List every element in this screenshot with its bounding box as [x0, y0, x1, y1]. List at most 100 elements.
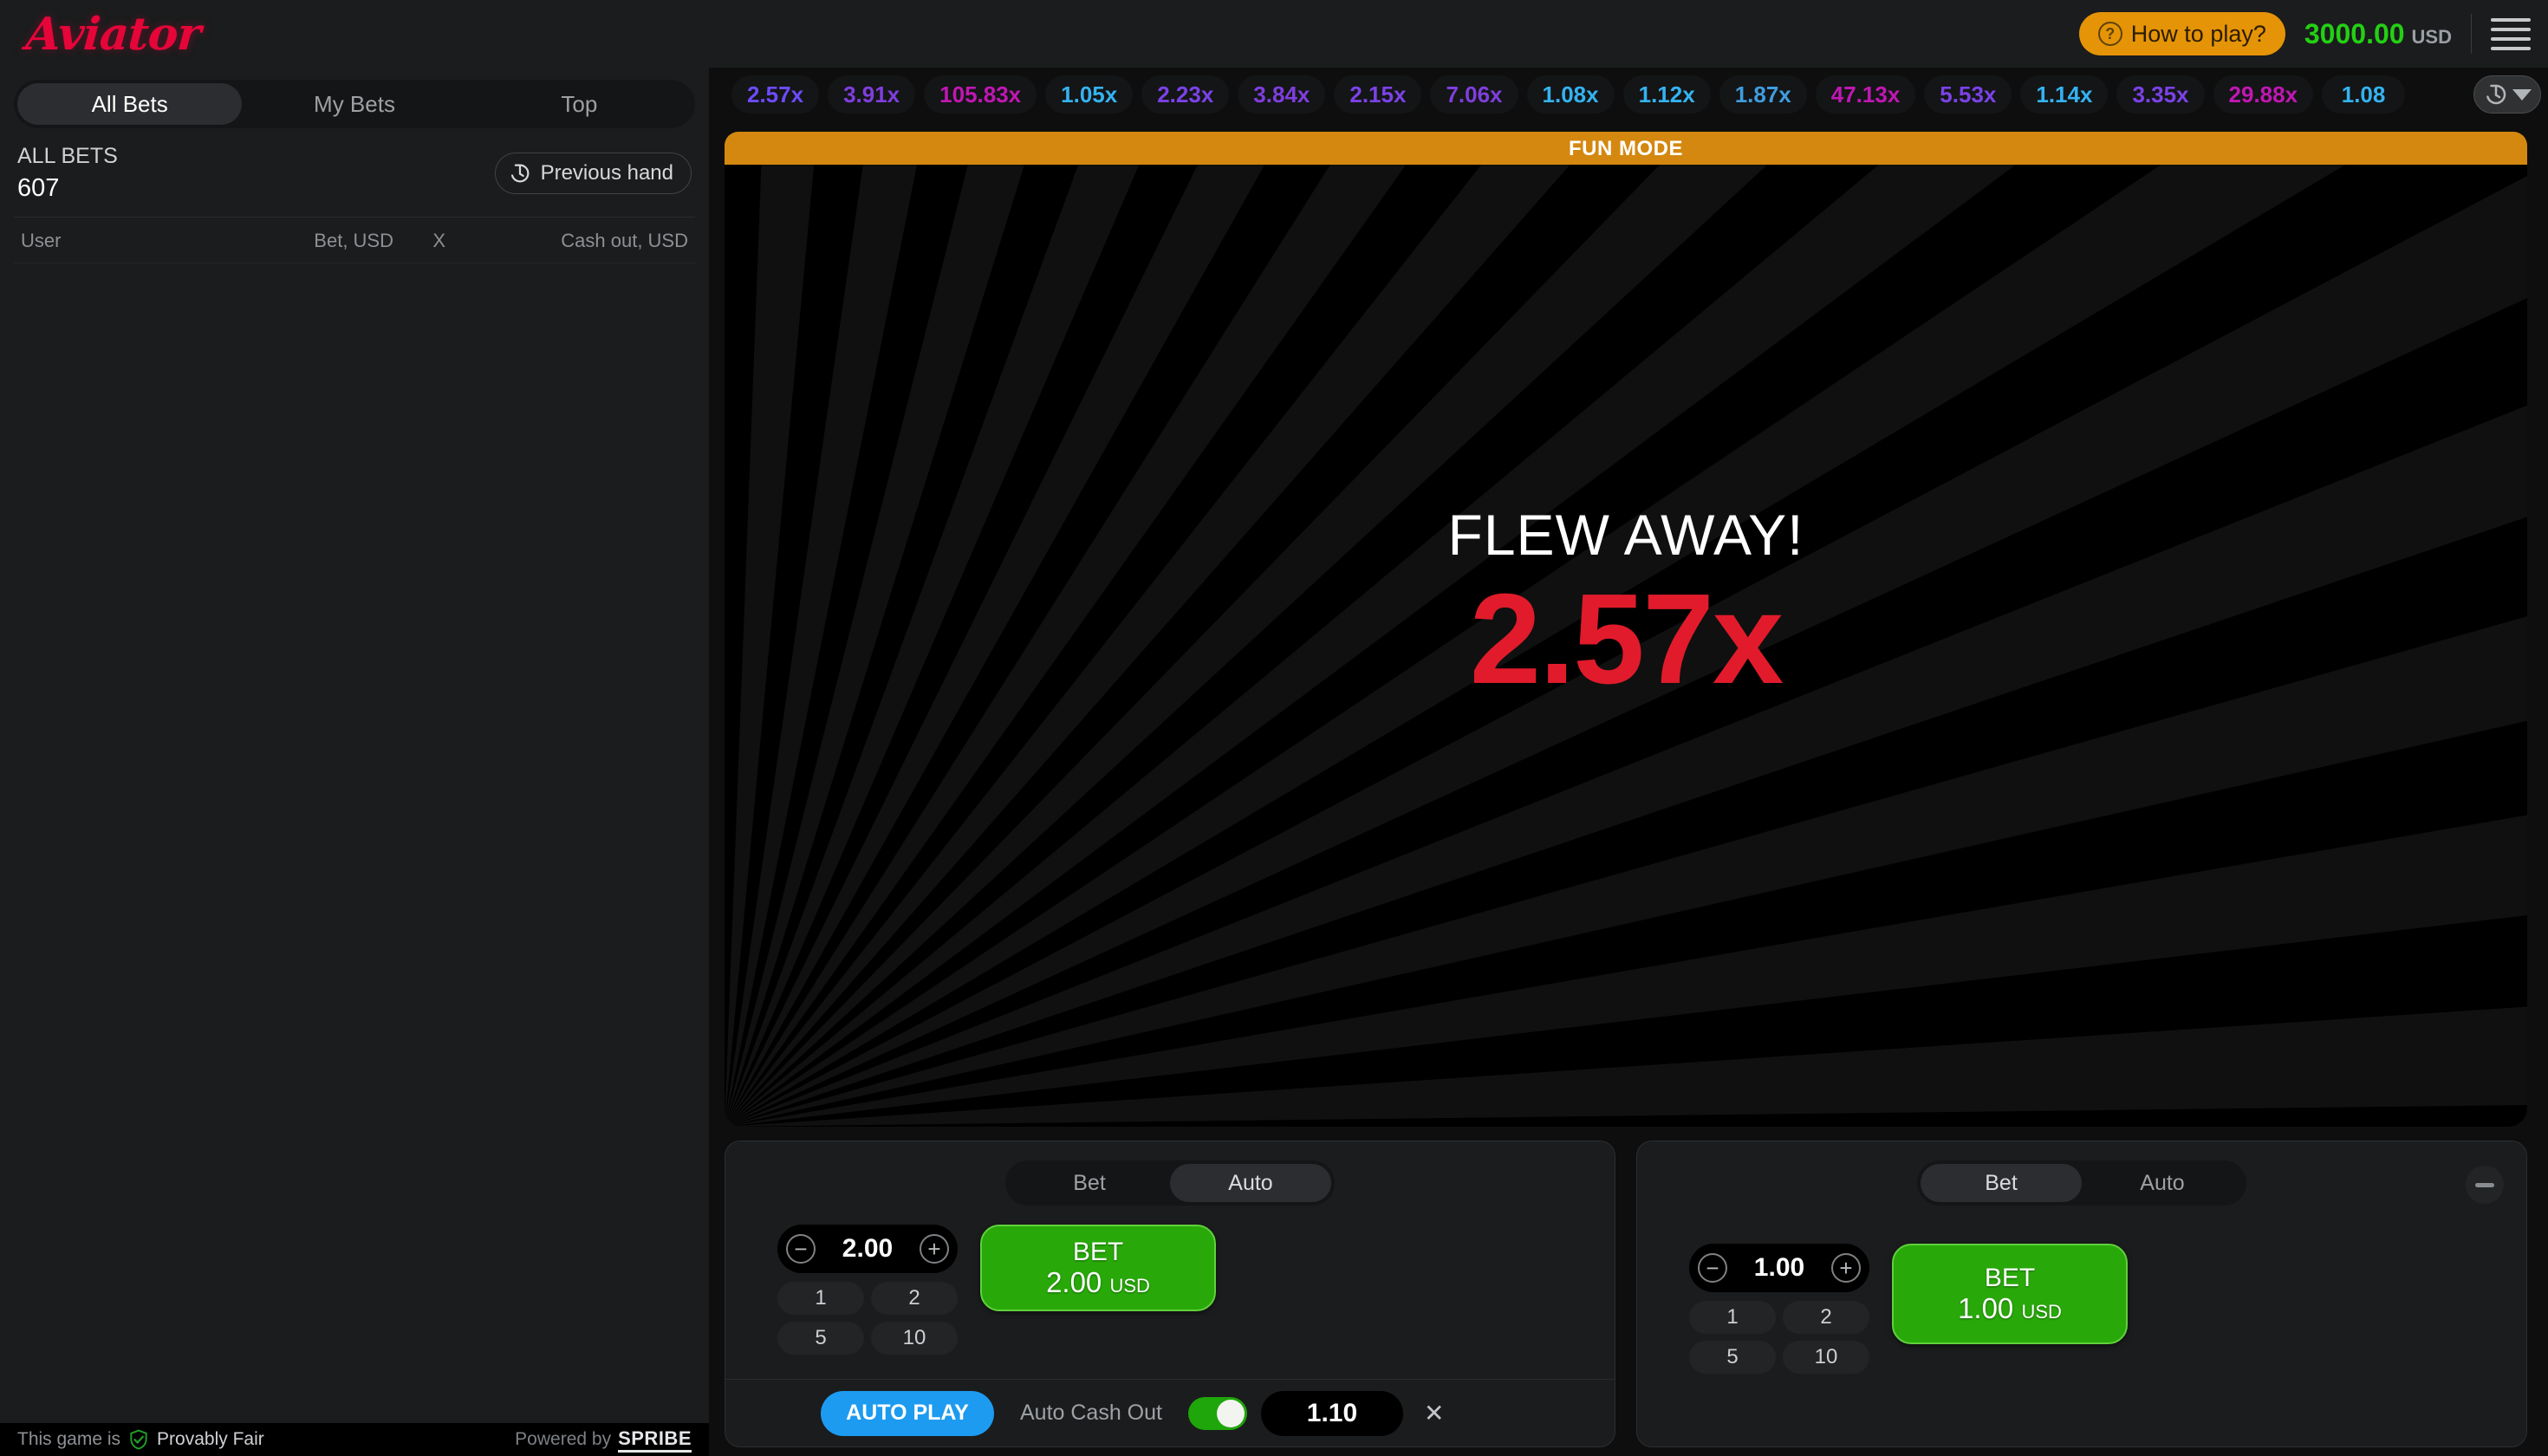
sidebar-tabs: All Bets My Bets Top	[14, 80, 695, 128]
multiplier-pill[interactable]: 29.88x	[2213, 75, 2314, 114]
quick-amount-button[interactable]: 10	[1783, 1341, 1869, 1374]
quick-amount-button[interactable]: 5	[1689, 1341, 1776, 1374]
quick-amount-button[interactable]: 2	[1783, 1301, 1869, 1334]
multiplier-pill[interactable]: 1.87x	[1719, 75, 1807, 114]
history-clock-icon	[2486, 84, 2506, 105]
bets-sidebar: All Bets My Bets Top ALL BETS 607 Previo…	[0, 68, 709, 1456]
multiplier-history-bar[interactable]: 2.57x 3.91x 105.83x 1.05x 2.23x 3.84x 2.15x 7.0…	[725, 68, 2548, 121]
bet-panel-right-tab-bet[interactable]: Bet	[1921, 1164, 2082, 1202]
close-icon[interactable]: ✕	[1424, 1399, 1444, 1427]
bet-amount-stepper-right: − 1.00 +	[1689, 1244, 1869, 1292]
bet-button-right[interactable]: BET 1.00 USD	[1892, 1244, 2128, 1344]
multiplier-pill-container: 2.57x 3.91x 105.83x 1.05x 2.23x 3.84x 2.15x 7.0…	[731, 75, 2414, 114]
bet-amount-column-right: − 1.00 + 1 2 5 10	[1689, 1244, 1869, 1374]
crash-multiplier-value: 2.57x	[1469, 568, 1784, 712]
previous-hand-button[interactable]: Previous hand	[494, 153, 692, 195]
column-bet: Bet, USD	[314, 230, 393, 252]
bet-panel-right-controls: − 1.00 + 1 2 5 10 BET 1.00 USD	[1689, 1244, 2128, 1374]
bet-amount-value-right[interactable]: 1.00	[1754, 1253, 1804, 1283]
question-circle-icon: ?	[2097, 22, 2122, 46]
fun-mode-banner: FUN MODE	[725, 132, 2527, 166]
game-area: FUN MODE FLEW AWAY! 2.57x	[725, 132, 2527, 1127]
minus-circle-icon[interactable]: −	[1698, 1253, 1727, 1283]
spribe-logo[interactable]: SPRIBE	[618, 1427, 692, 1453]
bet-panel-left-controls: − 2.00 + 1 2 5 10 BET 2.00 USD	[777, 1225, 1216, 1355]
all-bets-count: 607	[17, 173, 60, 202]
bet-panel-right: Bet Auto − 1.00 + 1 2 5 10 BET 1.00 USD	[1636, 1141, 2527, 1447]
plus-circle-icon[interactable]: +	[919, 1234, 949, 1264]
column-cashout: Cash out, USD	[561, 230, 688, 252]
history-clock-icon	[510, 164, 530, 183]
multiplier-pill[interactable]: 1.08x	[1526, 75, 1615, 114]
tab-my-bets[interactable]: My Bets	[242, 83, 466, 125]
auto-cash-out-label: Auto Cash Out	[1020, 1401, 1162, 1425]
bet-button-right-currency: USD	[2021, 1300, 2062, 1323]
plus-circle-icon[interactable]: +	[1830, 1253, 1861, 1283]
bet-button-right-amount: 1.00 USD	[1958, 1292, 2062, 1325]
multiplier-pill[interactable]: 3.84x	[1238, 75, 1326, 114]
multiplier-pill[interactable]: 1.14x	[2020, 75, 2109, 114]
aviator-logo: Aviator	[23, 7, 203, 61]
bet-amount-column-left: − 2.00 + 1 2 5 10	[777, 1225, 958, 1355]
multiplier-pill[interactable]: 1.05x	[1045, 75, 1134, 114]
previous-hand-label: Previous hand	[540, 161, 673, 185]
minus-circle-icon[interactable]: −	[786, 1234, 816, 1264]
multiplier-pill[interactable]: 47.13x	[1815, 75, 1916, 114]
auto-cash-out-value[interactable]: 1.10	[1260, 1390, 1403, 1436]
bets-list[interactable]	[14, 263, 695, 1286]
bets-table-header: User Bet, USD X Cash out, USD	[14, 218, 695, 264]
multiplier-pill[interactable]: 3.91x	[828, 75, 916, 114]
multiplier-pill[interactable]: 2.15x	[1334, 75, 1422, 114]
game-canvas[interactable]: FLEW AWAY! 2.57x	[725, 165, 2527, 1127]
quick-amount-button[interactable]: 2	[871, 1282, 958, 1315]
app-header: Aviator ? How to play? 3000.00 USD	[0, 0, 2548, 68]
tab-top[interactable]: Top	[467, 83, 692, 125]
hamburger-menu-icon[interactable]	[2491, 16, 2531, 51]
collapse-panel-button[interactable]	[2466, 1166, 2504, 1204]
bet-panel-left-tabs: Bet Auto	[1005, 1160, 1335, 1206]
auto-cash-out-toggle[interactable]	[1187, 1396, 1247, 1430]
tab-all-bets[interactable]: All Bets	[17, 83, 243, 125]
auto-play-button[interactable]: AUTO PLAY	[821, 1390, 994, 1436]
multiplier-pill[interactable]: 7.06x	[1430, 75, 1518, 114]
powered-by-label: Powered by	[515, 1429, 612, 1449]
provably-fair-block[interactable]: This game is Provably Fair	[17, 1428, 264, 1451]
bet-panel-left-tab-bet[interactable]: Bet	[1009, 1164, 1170, 1202]
multiplier-pill[interactable]: 2.23x	[1141, 75, 1230, 114]
all-bets-title-block: ALL BETS 607	[17, 142, 118, 205]
history-toggle-button[interactable]	[2473, 75, 2541, 114]
bet-button-left-label: BET	[1072, 1237, 1124, 1266]
shield-check-icon	[130, 1429, 147, 1450]
bet-button-right-label: BET	[1984, 1263, 2036, 1292]
balance-display: 3000.00 USD	[2304, 18, 2452, 50]
chevron-down-icon	[2512, 88, 2532, 101]
quick-amount-button[interactable]: 1	[777, 1282, 864, 1315]
bet-amount-value-left[interactable]: 2.00	[842, 1234, 893, 1264]
flew-away-text: FLEW AWAY!	[1447, 503, 1804, 568]
column-multiplier: X	[432, 230, 445, 252]
quick-amount-button[interactable]: 10	[871, 1322, 958, 1355]
bet-button-left-amount-value: 2.00	[1046, 1265, 1102, 1298]
quick-amounts-right: 1 2 5 10	[1689, 1301, 1869, 1374]
multiplier-pill[interactable]: 3.35x	[2116, 75, 2205, 114]
multiplier-pill[interactable]: 1.12x	[1622, 75, 1711, 114]
bet-panel-left-tab-auto[interactable]: Auto	[1170, 1164, 1331, 1202]
sidebar-footer: This game is Provably Fair Powered by SP…	[0, 1423, 709, 1456]
quick-amount-button[interactable]: 5	[777, 1322, 864, 1355]
header-actions: ? How to play? 3000.00 USD	[2078, 12, 2531, 55]
bet-button-left-amount: 2.00 USD	[1046, 1266, 1150, 1299]
provably-fair-prefix: This game is	[17, 1429, 121, 1449]
multiplier-pill[interactable]: 2.57x	[731, 75, 820, 114]
multiplier-pill[interactable]: 5.53x	[1924, 75, 2012, 114]
bet-button-left[interactable]: BET 2.00 USD	[980, 1225, 1216, 1311]
how-to-play-button[interactable]: ? How to play?	[2078, 12, 2285, 55]
all-bets-label: ALL BETS	[17, 144, 118, 168]
bet-panel-right-tab-auto[interactable]: Auto	[2082, 1164, 2243, 1202]
multiplier-pill[interactable]: 1.08	[2322, 75, 2406, 114]
multiplier-pill[interactable]: 105.83x	[924, 75, 1037, 114]
powered-by-block: Powered by SPRIBE	[515, 1427, 692, 1453]
quick-amount-button[interactable]: 1	[1689, 1301, 1776, 1334]
game-result-overlay: FLEW AWAY! 2.57x	[725, 165, 2527, 1127]
bet-panel-right-tabs: Bet Auto	[1917, 1160, 2246, 1206]
balance-amount: 3000.00	[2304, 17, 2405, 49]
